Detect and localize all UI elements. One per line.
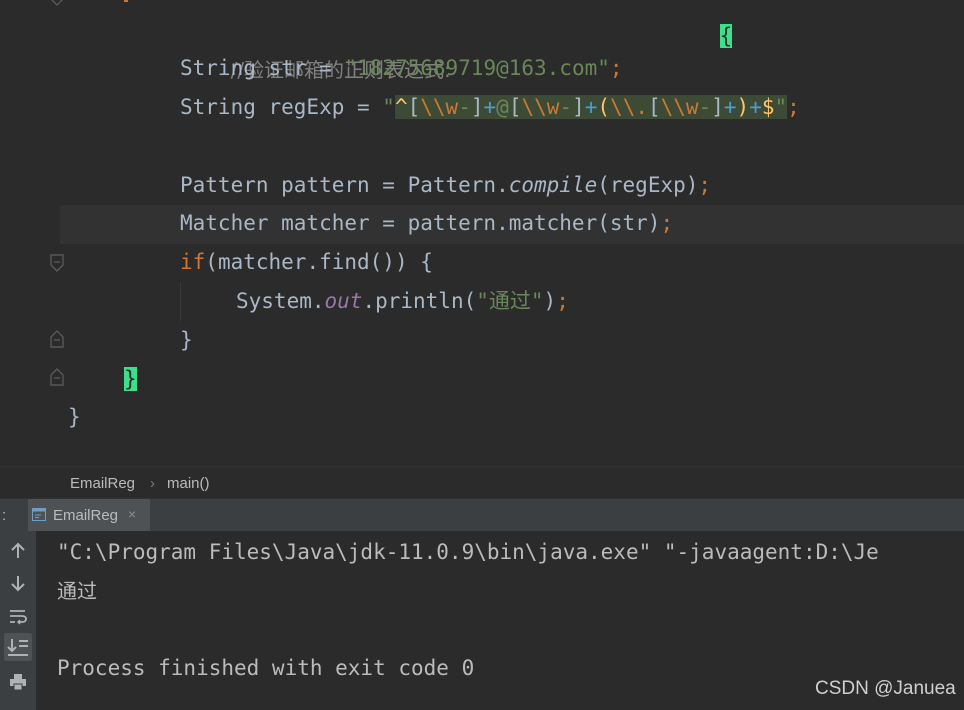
code-line-str: String str = "18275689719@163.com"; xyxy=(180,56,623,80)
tab-emailreg[interactable]: EmailReg × xyxy=(28,499,150,532)
arrow-down-icon[interactable] xyxy=(8,573,28,593)
soft-wrap-icon[interactable] xyxy=(8,606,28,626)
fold-top-icon[interactable] xyxy=(50,0,64,10)
scroll-to-end-icon[interactable] xyxy=(4,633,32,661)
console-exit-line: Process finished with exit code 0 xyxy=(57,656,475,680)
breadcrumb-separator: › xyxy=(150,475,155,492)
console-icon xyxy=(32,508,46,521)
partial-code-mark xyxy=(124,0,128,2)
arrow-up-icon[interactable] xyxy=(8,541,28,561)
console-output-line: 通过 xyxy=(57,579,97,603)
fold-end-icon[interactable] xyxy=(50,330,64,348)
code-line-close-if: } xyxy=(180,328,193,352)
tab-label: EmailReg xyxy=(53,507,119,524)
code-line-close-class: } xyxy=(68,405,81,429)
code-line-matcher: Matcher matcher = pattern.matcher(str); xyxy=(180,211,674,235)
run-tool-window-header: : EmailReg × xyxy=(0,498,964,532)
indent-guide xyxy=(180,282,181,321)
print-icon[interactable] xyxy=(8,672,28,692)
code-line-println: System.out.println("通过"); xyxy=(236,289,569,313)
breadcrumb: EmailReg › main() xyxy=(0,466,964,499)
fold-end-icon[interactable] xyxy=(50,368,64,386)
fold-open-icon[interactable] xyxy=(50,254,64,272)
close-icon[interactable]: × xyxy=(128,506,136,522)
run-toolbar xyxy=(0,531,36,710)
breadcrumb-method[interactable]: main() xyxy=(167,475,210,492)
watermark: CSDN @Januea xyxy=(815,678,956,699)
run-label: : xyxy=(2,507,7,524)
code-editor[interactable]: { //验证邮箱的正则表达式: String str = "1827568971… xyxy=(0,0,964,466)
matched-brace: { xyxy=(719,24,733,48)
regex-literal: ^[\\w-]+@[\\w-]+(\\.[\\w-]+)+$" xyxy=(394,95,788,119)
editor-gutter xyxy=(0,0,60,466)
code-line-close-method: } xyxy=(124,360,137,399)
breadcrumb-class[interactable]: EmailReg xyxy=(70,475,135,492)
matched-brace-bottom: } xyxy=(124,367,137,391)
console-command-line: "C:\Program Files\Java\jdk-11.0.9\bin\ja… xyxy=(57,540,879,564)
code-line-if: if(matcher.find()) { xyxy=(180,250,433,274)
brace-highlight-top: { xyxy=(669,0,733,95)
code-line-pattern: Pattern pattern = Pattern.compile(regExp… xyxy=(180,173,712,197)
code-line-regexp: String regExp = "^[\\w-]+@[\\w-]+(\\.[\\… xyxy=(180,95,800,119)
